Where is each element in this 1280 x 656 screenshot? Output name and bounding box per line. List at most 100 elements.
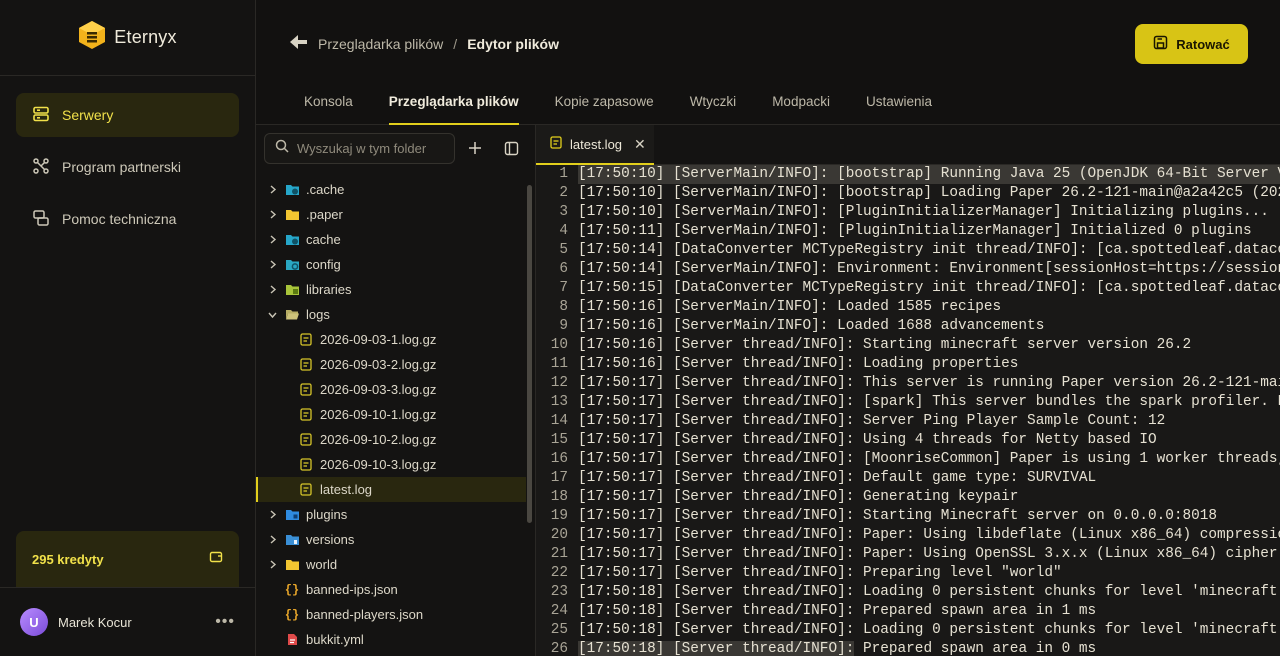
tree-file[interactable]: latest.log xyxy=(256,477,526,502)
save-button[interactable]: Ratować xyxy=(1135,24,1248,64)
line-number: 16 xyxy=(550,451,568,467)
line-number: 20 xyxy=(550,527,568,543)
save-button-label: Ratować xyxy=(1176,36,1230,52)
tree-folder[interactable]: cache xyxy=(256,227,526,252)
more-options-icon[interactable]: ••• xyxy=(215,613,235,631)
tree-item-label: banned-players.json xyxy=(306,607,424,622)
tab-plugins[interactable]: Wtyczki xyxy=(690,84,737,125)
line-text-rest: Prepared spawn area in 0 ms xyxy=(854,641,1097,656)
sidebar-item-affiliate[interactable]: Program partnerski xyxy=(16,145,239,189)
tree-folder[interactable]: .cache xyxy=(256,177,526,202)
tree-file[interactable]: 2026-09-03-3.log.gz xyxy=(256,377,526,402)
tree-file[interactable]: 2026-09-10-1.log.gz xyxy=(256,402,526,427)
tree-item-label: banned-ips.json xyxy=(306,582,398,597)
line-number: 3 xyxy=(559,204,568,220)
sidebar-item-servers[interactable]: Serwery xyxy=(16,93,239,137)
chevron-right-icon[interactable] xyxy=(264,535,280,544)
tree-file[interactable]: {} banned-ips.json xyxy=(256,577,526,602)
tree-file[interactable]: 2026-09-10-3.log.gz xyxy=(256,452,526,477)
chevron-right-icon[interactable] xyxy=(264,285,280,294)
credits-card[interactable]: 295 kredyty xyxy=(16,531,239,587)
line-number: 17 xyxy=(550,470,568,486)
yaml-file-icon xyxy=(284,632,300,648)
tree-folder[interactable]: libraries xyxy=(256,277,526,302)
code-line: 25 [17:50:18] [Server thread/INFO]: Loadi… xyxy=(536,621,1280,640)
line-text: [17:50:17] [Server thread/INFO]: Prepari… xyxy=(578,565,1062,581)
search-input[interactable] xyxy=(297,141,447,156)
line-text: [17:50:16] [Server thread/INFO]: Loading… xyxy=(578,356,1019,372)
tree-file[interactable]: bukkit.yml xyxy=(256,627,526,652)
editor-tab-latest-log[interactable]: latest.log ✕ xyxy=(536,125,654,165)
line-number: 9 xyxy=(559,318,568,334)
code-line: 8 [17:50:16] [ServerMain/INFO]: Loaded 15… xyxy=(536,298,1280,317)
line-text: [17:50:10] [ServerMain/INFO]: [bootstrap… xyxy=(578,185,1280,201)
code-line: 12 [17:50:17] [Server thread/INFO]: This … xyxy=(536,374,1280,393)
user-profile[interactable]: U Marek Kocur ••• xyxy=(0,587,255,656)
line-number: 23 xyxy=(550,584,568,600)
page-header: Przeglądarka plików / Edytor plików Rato… xyxy=(256,0,1280,125)
search-icon xyxy=(275,139,289,158)
json-file-icon: {} xyxy=(284,607,300,622)
tree-file[interactable]: 2026-09-10-2.log.gz xyxy=(256,427,526,452)
code-line: 18 [17:50:17] [Server thread/INFO]: Gener… xyxy=(536,488,1280,507)
sidebar-item-support[interactable]: Pomoc techniczna xyxy=(16,197,239,241)
tree-folder[interactable]: .paper xyxy=(256,202,526,227)
tree-file[interactable]: 2026-09-03-1.log.gz xyxy=(256,327,526,352)
tree-folder[interactable]: plugins xyxy=(256,502,526,527)
wallet-icon xyxy=(209,550,223,569)
tab-console[interactable]: Konsola xyxy=(304,84,353,125)
sidebar-item-label: Serwery xyxy=(62,107,114,123)
close-icon[interactable]: ✕ xyxy=(634,136,646,153)
code-editor[interactable]: 1 [17:50:10] [ServerMain/INFO]: [bootstra… xyxy=(536,165,1280,656)
json-file-icon: {} xyxy=(284,582,300,597)
line-number: 15 xyxy=(550,432,568,448)
tab-file-browser[interactable]: Przeglądarka plików xyxy=(388,84,519,125)
chevron-right-icon[interactable] xyxy=(264,235,280,244)
line-text: [17:50:17] [Server thread/INFO]: [spark]… xyxy=(578,394,1280,410)
add-file-icon[interactable] xyxy=(466,139,484,157)
log-file-icon xyxy=(298,482,314,498)
line-number: 8 xyxy=(559,299,568,315)
code-line: 13 [17:50:17] [Server thread/INFO]: [spar… xyxy=(536,393,1280,412)
editor-tab-label: latest.log xyxy=(570,136,623,152)
chevron-right-icon[interactable] xyxy=(264,510,280,519)
collapse-panel-icon[interactable] xyxy=(502,139,520,157)
tree-file[interactable]: 2026-09-03-2.log.gz xyxy=(256,352,526,377)
brand[interactable]: Eternyx xyxy=(0,0,255,76)
tree-file[interactable]: {} banned-players.json xyxy=(256,602,526,627)
tree-scrollbar[interactable] xyxy=(527,185,532,523)
chevron-right-icon[interactable] xyxy=(264,185,280,194)
chevron-down-icon[interactable] xyxy=(264,310,280,319)
line-number: 18 xyxy=(550,489,568,505)
chevron-right-icon[interactable] xyxy=(264,260,280,269)
chevron-right-icon[interactable] xyxy=(264,210,280,219)
back-arrow-icon[interactable] xyxy=(290,34,308,53)
tree-item-label: plugins xyxy=(306,507,348,522)
tab-backups[interactable]: Kopie zapasowe xyxy=(555,84,654,125)
tree-folder[interactable]: world xyxy=(256,552,526,577)
folder-versions-icon xyxy=(284,532,300,548)
tree-folder[interactable]: logs xyxy=(256,302,526,327)
log-file-icon xyxy=(298,382,314,398)
line-text: [17:50:16] [ServerMain/INFO]: Loaded 158… xyxy=(578,299,1002,315)
code-line: 20 [17:50:17] [Server thread/INFO]: Paper… xyxy=(536,526,1280,545)
affiliate-icon xyxy=(32,157,50,178)
tree-folder[interactable]: config xyxy=(256,252,526,277)
tree-folder[interactable]: versions xyxy=(256,527,526,552)
line-text: [17:50:10] [ServerMain/INFO]: [PluginIni… xyxy=(578,204,1269,220)
line-number: 2 xyxy=(559,185,568,201)
breadcrumb-previous[interactable]: Przeglądarka plików xyxy=(318,36,443,52)
editor-tab-bar: latest.log ✕ xyxy=(536,125,1280,165)
line-number: 5 xyxy=(559,242,568,258)
tab-modpacks[interactable]: Modpacki xyxy=(772,84,830,125)
line-number: 10 xyxy=(550,337,568,353)
tree-item-label: 2026-09-03-1.log.gz xyxy=(320,332,437,347)
chevron-right-icon[interactable] xyxy=(264,560,280,569)
line-text: [17:50:17] [Server thread/INFO]: Default… xyxy=(578,470,1097,486)
code-line: 14 [17:50:17] [Server thread/INFO]: Serve… xyxy=(536,412,1280,431)
brand-name: Eternyx xyxy=(114,27,177,47)
tab-settings[interactable]: Ustawienia xyxy=(866,84,932,125)
line-text: [17:50:17] [Server thread/INFO]: Generat… xyxy=(578,489,1019,505)
line-text: [17:50:18] [Server thread/INFO]: Loading… xyxy=(578,584,1280,600)
code-line: 16 [17:50:17] [Server thread/INFO]: [Moon… xyxy=(536,450,1280,469)
